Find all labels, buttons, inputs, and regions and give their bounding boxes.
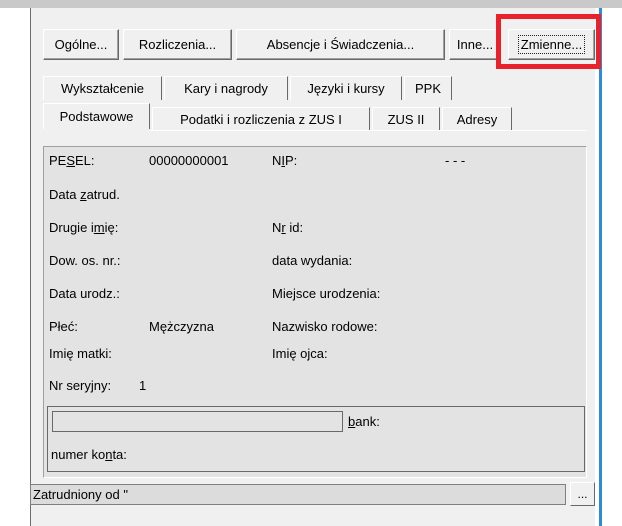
father-name-label: Imię ojca: <box>272 346 328 361</box>
mother-name-label: Imię matki: <box>49 346 112 361</box>
account-number-label-part: numer ko <box>51 447 106 462</box>
settlements-button[interactable]: Rozliczenia... <box>123 29 232 60</box>
serial-number-value: 1 <box>139 378 147 393</box>
bank-input[interactable] <box>52 411 343 432</box>
pesel-label-underline: S <box>66 153 76 168</box>
pesel-label-part: PE <box>49 153 67 168</box>
serial-number-label: Nr seryjny: <box>49 378 112 393</box>
employment-status-text: Zatrudniony od " <box>33 487 128 502</box>
second-name-label-part: ię: <box>104 220 119 235</box>
settlements-button-label: Rozliczenia... <box>138 37 217 52</box>
tab-ppk[interactable]: PPK <box>404 76 452 100</box>
sex-label: Płeć: <box>49 319 78 334</box>
highlight-box <box>496 14 601 69</box>
tab-taxes-zus1[interactable]: Podatki i rozliczenia z ZUS I <box>152 107 370 131</box>
tab-languages-courses-label: Języki i kursy <box>307 81 385 96</box>
other-button-label: Inne... <box>456 37 494 52</box>
bank-label: bank: <box>348 414 380 429</box>
tab-penalties-awards[interactable]: Kary i nagrody <box>164 76 288 100</box>
nip-label-part: N <box>272 153 282 168</box>
birth-date-label: Data urodz.: <box>49 286 120 301</box>
browse-button-label: ... <box>577 487 588 501</box>
id-number-label-part: id: <box>285 220 304 235</box>
tab-languages-courses[interactable]: Języki i kursy <box>290 76 402 100</box>
other-button[interactable]: Inne... <box>449 29 501 60</box>
tab-row-separator <box>150 130 587 131</box>
hire-date-label: Data zatrud. <box>49 187 120 202</box>
pesel-label-part: EL: <box>75 153 95 168</box>
account-number-label-part: ta: <box>112 447 127 462</box>
tab-addresses[interactable]: Adresy <box>442 107 512 131</box>
tab-education-label: Wykształcenie <box>61 81 144 96</box>
hire-date-label-part: atrud. <box>86 187 120 202</box>
id-document-label: Dow. os. nr.: <box>49 253 121 268</box>
tab-education[interactable]: Wykształcenie <box>43 76 162 100</box>
pesel-label: PESEL: <box>49 153 95 168</box>
birth-place-label: Miejsce urodzenia: <box>272 286 381 301</box>
nip-label: NIP: <box>272 153 297 168</box>
tab-zus2[interactable]: ZUS II <box>372 107 440 131</box>
tab-taxes-zus1-label: Podatki i rozliczenia z ZUS I <box>180 112 342 127</box>
left-border <box>30 8 31 526</box>
pesel-value: 00000000001 <box>149 153 229 168</box>
second-name-label-underline: m <box>93 220 105 235</box>
general-button[interactable]: Ogólne... <box>43 29 119 60</box>
tab-ppk-label: PPK <box>414 81 441 96</box>
employment-status-field: Zatrudniony od " <box>30 484 566 505</box>
absences-button[interactable]: Absencje i Świadczenia... <box>236 29 445 60</box>
bank-label-part: ank: <box>355 414 380 429</box>
second-name-label: Drugie imię: <box>49 220 118 235</box>
absences-button-label: Absencje i Świadczenia... <box>266 37 415 52</box>
id-number-label: Nr id: <box>272 220 303 235</box>
sex-value: Mężczyzna <box>149 319 215 334</box>
window-top-bar <box>0 0 622 8</box>
hire-date-label-part: Data <box>49 187 81 202</box>
window-border-line <box>599 8 602 526</box>
issue-date-label: data wydania: <box>272 253 353 268</box>
tab-basic-label: Podstawowe <box>59 109 134 124</box>
family-name-label: Nazwisko rodowe: <box>272 319 378 334</box>
tab-basic[interactable]: Podstawowe <box>43 103 150 129</box>
id-number-label-part: N <box>272 220 282 235</box>
tab-penalties-awards-label: Kary i nagrody <box>184 81 268 96</box>
tab-addresses-label: Adresy <box>456 112 498 127</box>
general-button-label: Ogólne... <box>54 37 108 52</box>
tab-zus2-label: ZUS II <box>387 112 425 127</box>
nip-label-part: P: <box>285 153 298 168</box>
account-number-label: numer konta: <box>51 447 127 462</box>
browse-button[interactable]: ... <box>570 482 595 506</box>
second-name-label-part: Drugie i <box>49 220 94 235</box>
nip-value: - - - <box>445 153 466 168</box>
